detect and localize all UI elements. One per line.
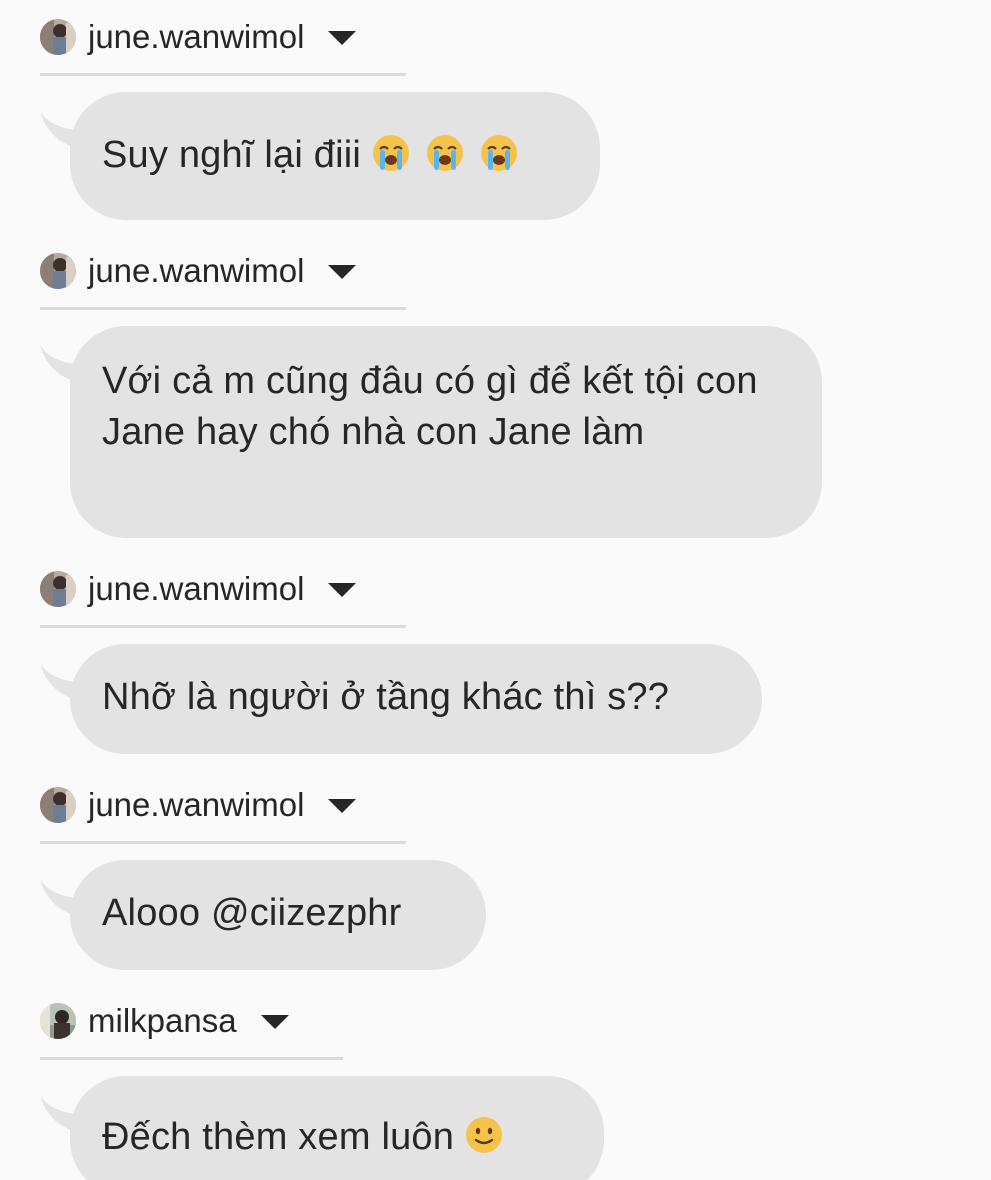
chevron-down-icon[interactable] (328, 798, 357, 813)
sender-username[interactable]: june.wanwimol (88, 251, 304, 291)
message-text: Suy nghĩ lại điii (102, 134, 361, 176)
sender-header[interactable]: june.wanwimol (40, 234, 406, 310)
avatar[interactable] (40, 570, 76, 607)
chevron-down-icon[interactable] (328, 30, 357, 45)
slightly-smiling-face-icon (466, 1117, 503, 1153)
avatar[interactable] (40, 252, 76, 289)
message-bubble[interactable]: Với cả m cũng đâu có gì để kết tội con J… (70, 326, 822, 538)
sender-username[interactable]: june.wanwimol (88, 17, 304, 57)
message-text: Nhỡ là người ở tầng khác thì s?? (102, 676, 670, 718)
message-item: june.wanwimol Alooo @ciizezphr (0, 768, 991, 974)
avatar[interactable] (40, 1002, 76, 1039)
message-item: june.wanwimol Với cả m cũng đâu có gì để… (0, 234, 991, 544)
message-text: Alooo @ciizezphr (102, 892, 402, 934)
message-bubble[interactable]: Alooo @ciizezphr (70, 860, 486, 970)
sender-header[interactable]: june.wanwimol (40, 768, 406, 844)
avatar[interactable] (40, 786, 76, 823)
avatar[interactable] (40, 18, 76, 55)
emoji-group (371, 133, 519, 173)
message-bubble[interactable]: Nhỡ là người ở tầng khác thì s?? (70, 644, 762, 754)
loudly-crying-face-icon (373, 135, 409, 171)
message-bubble[interactable]: Đếch thèm xem luôn (70, 1076, 604, 1180)
message-item: june.wanwimol Nhỡ là người ở tầng khác t… (0, 552, 991, 758)
message-text: Với cả m cũng đâu có gì để kết tội con J… (102, 360, 758, 453)
emoji-group (464, 1115, 504, 1155)
chevron-down-icon[interactable] (260, 1014, 289, 1029)
loudly-crying-face-icon (481, 135, 517, 171)
sender-username[interactable]: june.wanwimol (88, 569, 304, 609)
message-bubble[interactable]: Suy nghĩ lại điii (70, 92, 600, 220)
loudly-crying-face-icon (427, 135, 463, 171)
sender-username[interactable]: milkpansa (88, 1001, 237, 1041)
chevron-down-icon[interactable] (328, 582, 357, 597)
comment-thread: june.wanwimol Suy nghĩ lại điii june.wan… (0, 0, 991, 1180)
message-text: Đếch thèm xem luôn (102, 1116, 455, 1158)
message-item: milkpansa Đếch thèm xem luôn (0, 984, 991, 1180)
chevron-down-icon[interactable] (328, 264, 357, 279)
sender-username[interactable]: june.wanwimol (88, 785, 304, 825)
sender-header[interactable]: june.wanwimol (40, 552, 406, 628)
sender-header[interactable]: june.wanwimol (40, 0, 406, 76)
message-item: june.wanwimol Suy nghĩ lại điii (0, 0, 991, 230)
sender-header[interactable]: milkpansa (40, 984, 343, 1060)
